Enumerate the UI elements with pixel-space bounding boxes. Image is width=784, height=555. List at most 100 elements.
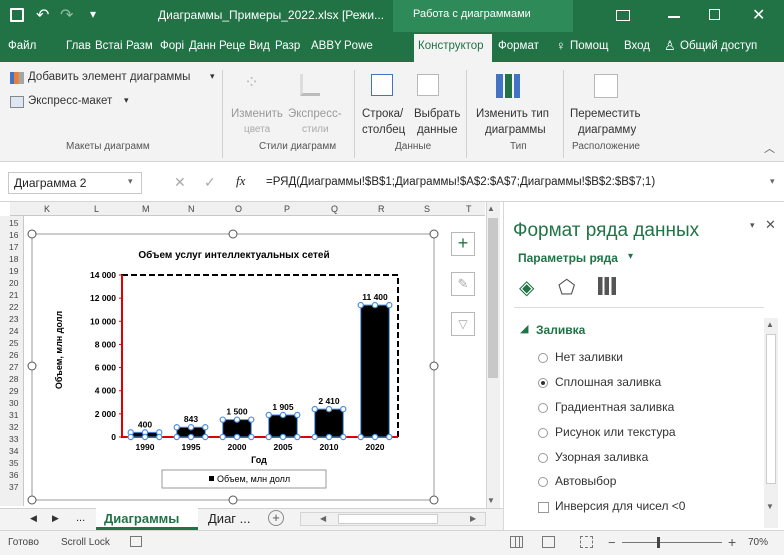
series-options-dropdown[interactable]: Параметры ряда <box>518 251 618 265</box>
row-number[interactable]: 33 <box>0 435 24 443</box>
radio-gradient-fill[interactable] <box>538 403 548 413</box>
row-number[interactable]: 16 <box>0 231 24 239</box>
option-gradient-fill[interactable]: Градиентная заливка <box>555 400 674 414</box>
row-number[interactable]: 34 <box>0 447 24 455</box>
series-options-bars-icon[interactable] <box>598 277 616 295</box>
column-Q[interactable]: Q <box>331 204 338 214</box>
hscroll-thumb[interactable] <box>338 514 438 524</box>
tab-layout[interactable]: Разм <box>126 40 153 52</box>
row-number[interactable]: 32 <box>0 423 24 431</box>
fill-line-icon[interactable]: ◈ <box>519 275 534 300</box>
tab-review[interactable]: Реце <box>219 40 245 52</box>
enter-formula-icon[interactable]: ✓ <box>204 174 216 191</box>
macro-record-icon[interactable] <box>130 536 142 547</box>
formula-input[interactable]: =РЯД(Диаграммы!$B$1;Диаграммы!$A$2:$A$7;… <box>266 176 655 188</box>
prev-sheet-icon[interactable]: ◀ <box>30 513 37 524</box>
collapse-ribbon-icon[interactable]: ︿ <box>764 140 775 156</box>
save-icon[interactable] <box>10 8 24 22</box>
fill-section-header[interactable]: ◢ <box>520 322 528 335</box>
pane-close-icon[interactable]: ✕ <box>765 217 776 233</box>
row-number[interactable]: 20 <box>0 279 24 287</box>
add-sheet-icon[interactable]: + <box>268 510 284 526</box>
column-M[interactable]: M <box>142 204 150 214</box>
row-number[interactable]: 15 <box>0 219 24 227</box>
option-picture-fill[interactable]: Рисунок или текстура <box>555 425 676 439</box>
effects-pentagon-icon[interactable]: ⬠ <box>558 275 575 300</box>
zoom-out-icon[interactable]: − <box>608 535 616 550</box>
tab-home[interactable]: Глав <box>66 40 91 52</box>
fill-section-label[interactable]: Заливка <box>536 323 585 337</box>
change-colors-button[interactable]: Изменить <box>231 108 283 120</box>
tab-login[interactable]: Вход <box>624 40 650 52</box>
radio-pattern-fill[interactable] <box>538 453 548 463</box>
data-label[interactable]: 11 400 <box>362 292 388 302</box>
select-data-button[interactable]: Выбрать <box>414 108 460 120</box>
chart-title[interactable]: Объем услуг интеллектуальных сетей <box>138 249 329 261</box>
row-number[interactable]: 30 <box>0 399 24 407</box>
chart-area[interactable]: Объем услуг интеллектуальных сетей Объем… <box>24 226 444 510</box>
tab-developer[interactable]: Разр <box>275 40 300 52</box>
zoom-slider[interactable] <box>622 542 722 543</box>
tab-data[interactable]: Данн <box>189 40 216 52</box>
row-number[interactable]: 35 <box>0 459 24 467</box>
chart-bar[interactable] <box>360 304 390 438</box>
quick-styles-button[interactable]: Экспресс- <box>288 108 342 120</box>
tab-power[interactable]: Powe <box>344 40 373 52</box>
tab-view[interactable]: Вид <box>249 40 270 52</box>
move-chart-button[interactable]: Переместить <box>570 108 640 120</box>
redo-icon[interactable]: ↷ <box>60 5 73 25</box>
pane-scroll-up-icon[interactable]: ▲ <box>766 320 774 329</box>
zoom-in-icon[interactable]: + <box>728 534 736 550</box>
scroll-up-icon[interactable]: ▲ <box>487 204 495 213</box>
change-chart-type-button[interactable]: Изменить тип <box>476 108 549 120</box>
pane-scroll-thumb[interactable] <box>766 334 776 484</box>
row-number[interactable]: 29 <box>0 387 24 395</box>
zoom-level[interactable]: 70% <box>748 537 768 548</box>
radio-automatic[interactable] <box>538 477 548 487</box>
row-number[interactable]: 21 <box>0 291 24 299</box>
row-number[interactable]: 19 <box>0 267 24 275</box>
share-icon[interactable]: ♙ <box>664 38 676 54</box>
column-K[interactable]: K <box>44 204 50 214</box>
sheet-tab-other[interactable]: Диаг ... <box>208 511 251 526</box>
insert-function-icon[interactable]: fx <box>236 173 245 189</box>
name-box-dropdown-icon[interactable]: ▾ <box>128 176 133 187</box>
chart-bar[interactable] <box>314 408 344 438</box>
chart-styles-button[interactable]: ✎ <box>451 272 475 296</box>
share-button[interactable]: Общий доступ <box>680 40 757 52</box>
tab-design[interactable]: Конструктор <box>418 40 484 52</box>
switch-row-column-button[interactable]: Строка/ <box>362 108 403 120</box>
data-label[interactable]: 2 410 <box>318 396 340 406</box>
column-N[interactable]: N <box>188 204 195 214</box>
data-label[interactable]: 843 <box>184 414 198 424</box>
option-automatic[interactable]: Автовыбор <box>555 474 616 488</box>
data-label[interactable]: 1 905 <box>272 402 294 412</box>
row-number[interactable]: 23 <box>0 315 24 323</box>
row-number[interactable]: 37 <box>0 483 24 491</box>
column-L[interactable]: L <box>94 204 99 214</box>
page-break-view-icon[interactable] <box>580 536 593 548</box>
option-pattern-fill[interactable]: Узорная заливка <box>555 450 648 464</box>
maximize-icon[interactable] <box>709 9 720 20</box>
row-number[interactable]: 24 <box>0 327 24 335</box>
radio-no-fill[interactable] <box>538 353 548 363</box>
data-label[interactable]: 1 500 <box>226 407 248 417</box>
tab-file[interactable]: Файл <box>8 40 36 52</box>
close-icon[interactable]: ✕ <box>752 5 765 25</box>
checkbox-invert-negative[interactable] <box>538 502 549 513</box>
tab-insert[interactable]: Встаі <box>95 40 123 52</box>
minimize-icon[interactable] <box>668 16 680 18</box>
ribbon-display-icon[interactable] <box>616 10 630 21</box>
option-no-fill[interactable]: Нет заливки <box>555 350 623 364</box>
radio-picture-fill[interactable] <box>538 428 548 438</box>
qat-customize-icon[interactable]: ▾ <box>90 7 96 21</box>
column-O[interactable]: O <box>235 204 242 214</box>
series-options-chevron-icon[interactable]: ▾ <box>628 251 633 262</box>
scroll-thumb[interactable] <box>488 218 498 378</box>
row-number[interactable]: 18 <box>0 255 24 263</box>
tab-help[interactable]: Помощ <box>570 40 608 52</box>
y-axis-title[interactable]: Объем, млн долл <box>54 311 64 390</box>
scroll-down-icon[interactable]: ▼ <box>487 496 495 505</box>
quick-layout-button[interactable]: Экспресс-макет <box>28 95 112 107</box>
row-number[interactable]: 25 <box>0 339 24 347</box>
